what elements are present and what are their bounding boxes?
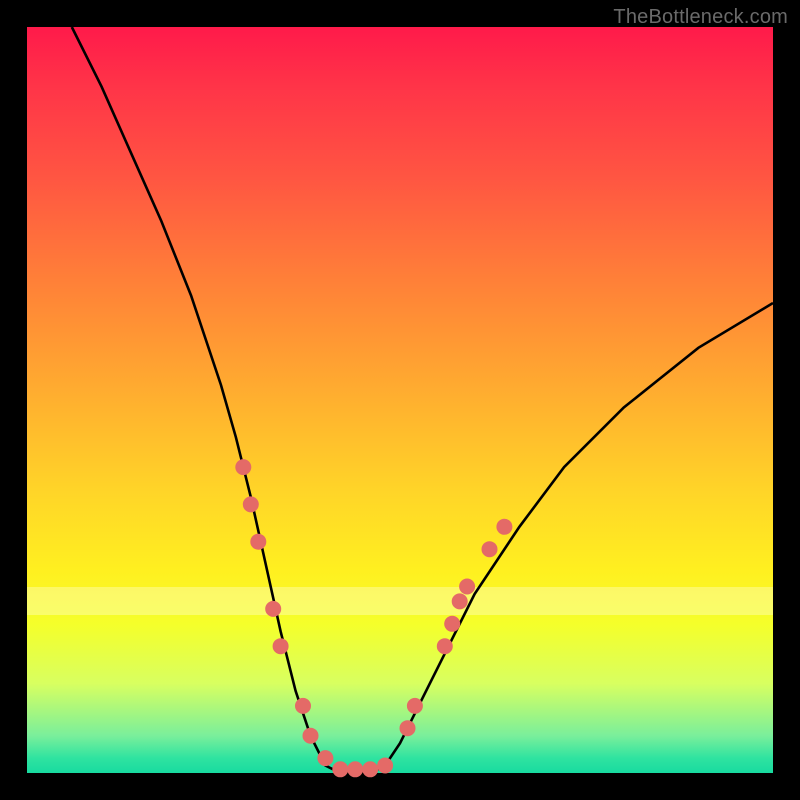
curve-marker — [482, 541, 498, 557]
curve-marker — [362, 761, 378, 777]
chart-frame: TheBottleneck.com — [0, 0, 800, 800]
curve-marker — [243, 496, 259, 512]
curve-marker — [295, 698, 311, 714]
curve-marker — [265, 601, 281, 617]
curve-marker — [250, 534, 266, 550]
curve-marker — [400, 720, 416, 736]
curve-marker — [303, 728, 319, 744]
curve-marker — [317, 750, 333, 766]
curve-marker — [347, 761, 363, 777]
curve-marker — [437, 638, 453, 654]
curve-marker — [459, 579, 475, 595]
curve-marker — [377, 758, 393, 774]
curve-marker — [444, 616, 460, 632]
watermark-text: TheBottleneck.com — [613, 6, 788, 29]
curve-marker — [235, 459, 251, 475]
chart-svg — [27, 27, 773, 773]
curve-marker — [332, 761, 348, 777]
chart-plot-area — [27, 27, 773, 773]
curve-marker — [273, 638, 289, 654]
curve-marker — [496, 519, 512, 535]
curve-marker — [407, 698, 423, 714]
curve-marker — [452, 593, 468, 609]
bottleneck-curve — [72, 27, 773, 773]
